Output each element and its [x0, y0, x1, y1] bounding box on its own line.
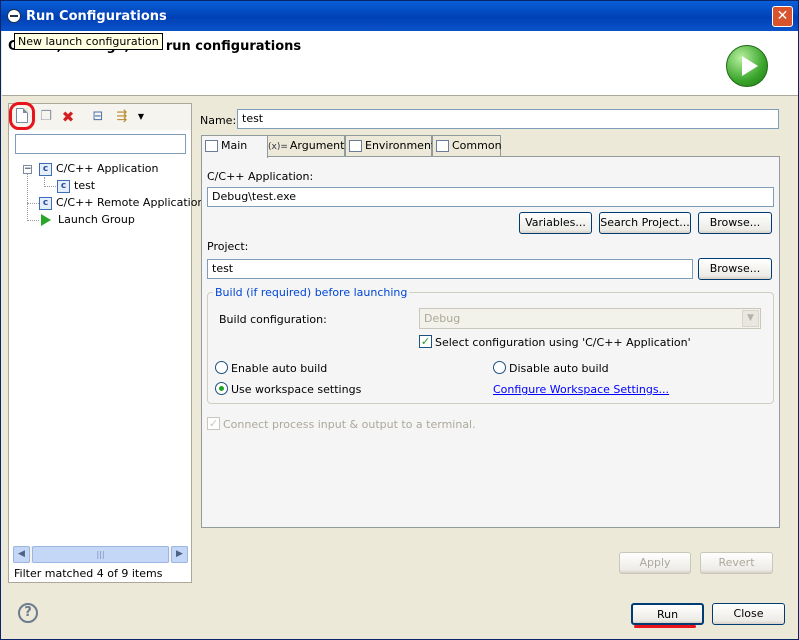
run-underline-mark: [634, 625, 696, 628]
eclipse-icon: [7, 9, 21, 23]
build-config-label: Build configuration:: [219, 313, 327, 326]
c-app-icon: c: [57, 179, 70, 193]
search-project-button[interactable]: Search Project...: [599, 212, 691, 234]
filter-status: Filter matched 4 of 9 items: [14, 567, 163, 580]
tree-item-launch-group[interactable]: Launch Group: [39, 212, 135, 228]
tree-item-cpp-application[interactable]: c C/C++ Application: [39, 161, 158, 177]
project-input[interactable]: test: [207, 259, 693, 279]
tab-main[interactable]: Main: [201, 135, 268, 158]
connect-terminal-label: Connect process input & output to a term…: [223, 418, 476, 431]
run-icon: [726, 45, 768, 87]
collapse-all-icon[interactable]: ⊟: [89, 108, 107, 126]
tooltip: New launch configuration: [14, 33, 163, 50]
tab-common[interactable]: Common: [432, 135, 502, 157]
tab-arguments[interactable]: (x)= Arguments: [264, 135, 350, 157]
main-tab-icon: [205, 140, 218, 152]
name-label: Name:: [200, 114, 237, 127]
chevron-down-icon[interactable]: ▼: [132, 108, 150, 126]
disable-auto-build-label: Disable auto build: [509, 362, 609, 375]
disable-auto-build-radio[interactable]: [493, 361, 506, 374]
new-launch-configuration-icon[interactable]: [16, 108, 28, 123]
c-app-icon: c: [39, 196, 52, 210]
project-label: Project:: [207, 240, 249, 253]
horizontal-scrollbar[interactable]: ◀ ||| ▶: [13, 546, 188, 563]
window-title: Run Configurations: [26, 9, 167, 24]
title-bar[interactable]: Run Configurations ✕: [1, 1, 798, 31]
revert-button[interactable]: Revert: [700, 552, 773, 574]
scroll-right-icon[interactable]: ▶: [171, 546, 188, 563]
variables-button[interactable]: Variables...: [519, 212, 592, 234]
c-app-icon: c: [39, 162, 52, 176]
run-button[interactable]: Run: [631, 603, 704, 625]
scroll-left-icon[interactable]: ◀: [13, 546, 30, 563]
apply-button[interactable]: Apply: [619, 552, 691, 574]
left-toolbar: ❐ ✖ ⊟ ⇶ ▼: [9, 102, 191, 130]
chevron-down-icon[interactable]: ▼: [742, 310, 759, 327]
close-button[interactable]: Close: [712, 603, 785, 625]
name-input[interactable]: test: [237, 109, 779, 129]
select-config-checkbox[interactable]: ✓: [419, 335, 432, 348]
select-config-label: Select configuration using 'C/C++ Applic…: [435, 336, 691, 349]
scroll-thumb[interactable]: |||: [32, 546, 169, 563]
enable-auto-build-label: Enable auto build: [231, 362, 328, 375]
arguments-icon: (x)=: [268, 142, 288, 152]
tree-item-test[interactable]: c test: [57, 178, 95, 194]
filter-input[interactable]: [15, 134, 186, 154]
run-configurations-dialog: Run Configurations ✕ Create, manage, and…: [0, 0, 799, 640]
use-workspace-label: Use workspace settings: [231, 383, 362, 396]
app-label: C/C++ Application:: [207, 170, 314, 183]
configure-workspace-link[interactable]: Configure Workspace Settings...: [493, 383, 669, 396]
enable-auto-build-radio[interactable]: [215, 361, 228, 374]
build-group-title: Build (if required) before launching: [213, 286, 410, 299]
common-icon: [436, 140, 449, 152]
environment-icon: [349, 140, 362, 152]
launch-group-icon: [41, 214, 51, 226]
tab-environment[interactable]: Environment: [345, 135, 435, 157]
tree-item-cpp-remote-application[interactable]: c C/C++ Remote Application: [39, 195, 204, 211]
connect-terminal-checkbox[interactable]: ✓: [207, 417, 220, 430]
duplicate-icon[interactable]: ❐: [37, 108, 55, 126]
filter-icon[interactable]: ⇶: [113, 108, 131, 126]
browse-project-button[interactable]: Browse...: [698, 258, 772, 280]
browse-application-button[interactable]: Browse...: [698, 212, 772, 234]
build-config-select[interactable]: Debug ▼: [419, 308, 761, 329]
delete-icon[interactable]: ✖: [59, 108, 77, 126]
configuration-list-panel: ❐ ✖ ⊟ ⇶ ▼ − c C/C++ Application c test c C/…: [8, 102, 204, 583]
use-workspace-radio[interactable]: [215, 382, 228, 395]
collapse-expander-icon[interactable]: −: [23, 165, 32, 174]
application-input[interactable]: Debug\test.exe: [207, 187, 774, 207]
close-window-button[interactable]: ✕: [772, 6, 793, 27]
help-icon[interactable]: ?: [18, 603, 38, 623]
